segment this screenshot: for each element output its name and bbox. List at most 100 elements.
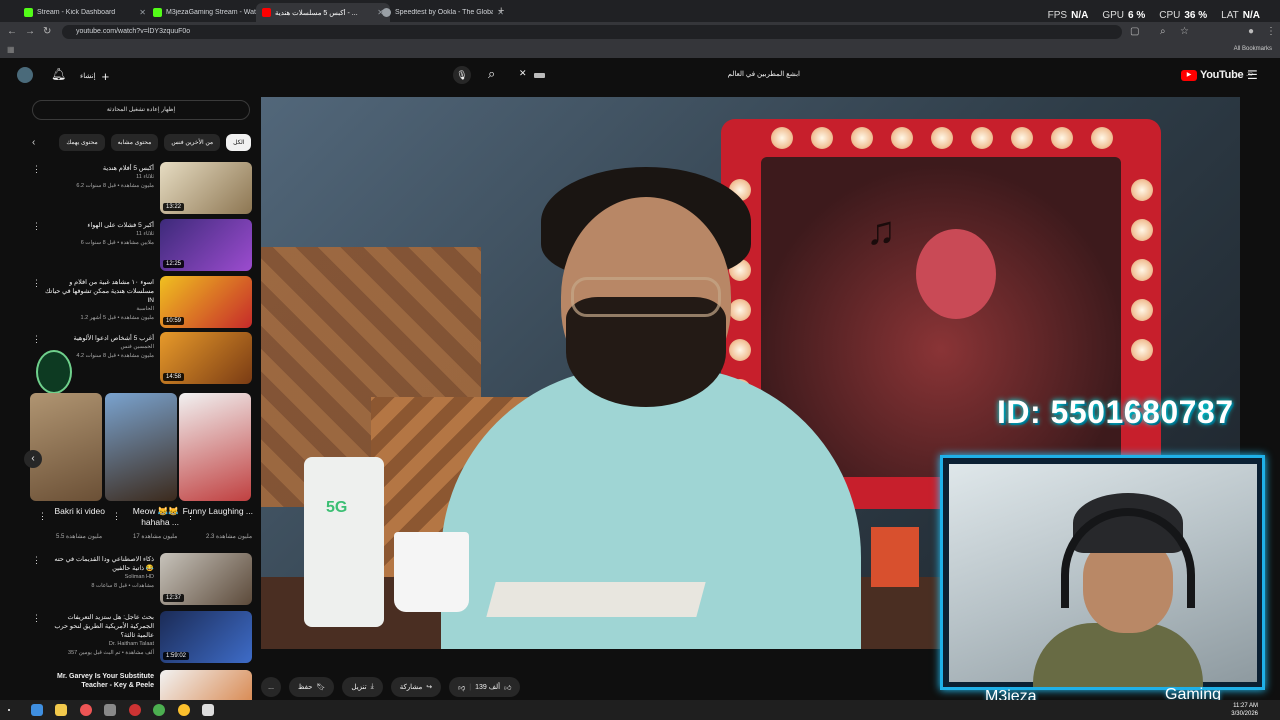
like-count[interactable]: 139 ألف	[475, 683, 500, 691]
taskbar-left-icon	[8, 709, 10, 711]
more-options-icon[interactable]: ⋮	[32, 555, 41, 566]
file-explorer-icon[interactable]	[55, 704, 67, 716]
clear-search-icon[interactable]: ✕	[519, 68, 527, 79]
video-title: أكبر 5 فشلات على الهواء	[87, 222, 154, 229]
plus-icon: +	[101, 68, 110, 84]
like-icon[interactable]: 👍︎	[504, 683, 511, 692]
chip-all[interactable]: الكل	[226, 134, 252, 151]
taskbar: 11:27 AM 3/30/2026	[0, 700, 1280, 720]
video-thumbnail[interactable]: 10:59	[160, 276, 252, 328]
bookmark-star-icon[interactable]: ☆	[1180, 26, 1189, 37]
video-meta: 357 ألف مشاهدة • تم البث قبل يومين	[68, 650, 154, 656]
system-clock[interactable]: 11:27 AM 3/30/2026	[1231, 702, 1258, 718]
video-thumbnail[interactable]: 13:22	[160, 162, 252, 214]
short-thumbnail[interactable]	[30, 393, 102, 501]
video-thumbnail[interactable]	[160, 670, 252, 700]
more-actions-button[interactable]: ...	[261, 677, 281, 697]
show-chat-replay-button[interactable]: إظهار إعادة تشغيل المحادثة	[32, 100, 250, 120]
new-tab-button[interactable]: +	[498, 5, 504, 17]
shield-icon[interactable]	[202, 704, 214, 716]
apps-icon[interactable]: ▦	[7, 45, 15, 54]
chip-from-channel[interactable]: من الأخرين فنس	[164, 134, 221, 151]
back-icon[interactable]: ←	[7, 26, 17, 37]
presenter	[441, 167, 861, 649]
avatar[interactable]	[17, 67, 33, 83]
bookmarks-bar: ▦ All Bookmarks	[0, 42, 1280, 58]
notifications-icon[interactable]: 🔔︎	[51, 67, 66, 81]
video-actions: ... حفظ 🔖︎ تنزيل ⤓ مشاركة ↪ 👎︎ | 139 ألف 👍︎	[261, 676, 521, 698]
recommended-video[interactable]: 13:22 أكبس 5 أفلام هندية ثلاثاء 11 6.2 ملي…	[30, 162, 255, 216]
all-bookmarks-link[interactable]: All Bookmarks	[1234, 46, 1272, 52]
profile-icon[interactable]: ●	[1248, 26, 1254, 37]
more-options-icon[interactable]: ⋮	[32, 221, 41, 232]
shorts-prev-icon[interactable]: ‹	[24, 450, 42, 468]
recommended-video[interactable]: 12:37 ذكاء الاصطناعي ودا القديمات في حته…	[30, 553, 255, 607]
browser-tab[interactable]: Speedtest by Ookla - The Global ✕	[376, 3, 510, 22]
zoom-icon[interactable]: ⌕	[1160, 26, 1166, 37]
url-field[interactable]: youtube.com/watch?v=lDY3zquuF0o	[62, 25, 1122, 39]
extension-icon[interactable]: ▢	[1130, 26, 1139, 37]
channel-badge-logo	[36, 350, 72, 394]
video-thumbnail[interactable]: 12:37	[160, 553, 252, 605]
app-icon[interactable]	[80, 704, 92, 716]
video-meta: 8 مشاهدات • قبل 8 ساعات	[91, 583, 154, 589]
more-options-icon[interactable]: ⋮	[112, 511, 121, 522]
short-thumbnail[interactable]	[179, 393, 251, 501]
create-button[interactable]: إنشاء +	[80, 68, 109, 84]
share-button[interactable]: مشاركة ↪	[390, 677, 442, 697]
more-options-icon[interactable]: ⋮	[32, 334, 41, 345]
close-icon[interactable]: ✕	[139, 8, 146, 17]
search-input[interactable]: ابشع المطربين في العالم	[600, 70, 800, 78]
like-dislike-group: 👎︎ | 139 ألف 👍︎	[449, 677, 521, 697]
short-thumbnail[interactable]	[105, 393, 177, 501]
hamburger-menu-icon[interactable]: ☰	[1247, 68, 1258, 82]
download-button[interactable]: تنزيل ⤓	[342, 677, 383, 697]
chrome-icon[interactable]	[178, 704, 190, 716]
keyboard-icon[interactable]	[534, 73, 545, 78]
duration-badge: 13:22	[163, 203, 185, 211]
youtube-logo[interactable]: ▶ YouTube JO	[1181, 69, 1253, 81]
forward-icon[interactable]: →	[25, 26, 35, 37]
kick-icon	[153, 8, 162, 17]
more-options-icon[interactable]: ⋮	[186, 511, 195, 522]
notebook	[486, 582, 706, 617]
voice-search-icon[interactable]: 🎙︎	[453, 66, 471, 84]
channel-name: ثلاثاء 11	[136, 174, 154, 180]
windows-start-icon[interactable]	[31, 704, 43, 716]
recommended-video[interactable]: 1:59:02 بحث عاجل: هل ستزيد التعريفات الج…	[30, 611, 255, 665]
tab-title: أكبس 5 مسلسلات هندية - ...	[275, 9, 358, 17]
app-icon[interactable]	[153, 704, 165, 716]
reload-icon[interactable]: ↻	[43, 26, 51, 37]
more-options-icon[interactable]: ⋮	[32, 164, 41, 175]
video-thumbnail[interactable]: 14:58	[160, 332, 252, 384]
video-thumbnail[interactable]: 12:25	[160, 219, 252, 271]
channel-name: Dr. Haitham Talaat	[108, 641, 154, 647]
browser-tab-active[interactable]: أكبس 5 مسلسلات هندية - ... ✕	[256, 3, 390, 22]
obs-icon[interactable]	[129, 704, 141, 716]
chip-for-you[interactable]: محتوى يهمك	[59, 134, 105, 151]
more-options-icon[interactable]: ⋮	[38, 511, 47, 522]
url-text: youtube.com/watch?v=lDY3zquuF0o	[76, 28, 191, 35]
tab-title: Stream - Kick Dashboard	[37, 9, 116, 16]
chip-related[interactable]: محتوى مشابه	[110, 134, 159, 151]
youtube-icon	[262, 8, 271, 17]
chevron-left-icon[interactable]: ‹	[32, 137, 35, 148]
streamer-id-overlay: ID: 5501680787	[997, 394, 1234, 430]
clock-date: 3/30/2026	[1231, 711, 1258, 717]
more-options-icon[interactable]: ⋮	[32, 613, 41, 624]
browser-tab[interactable]: Stream - Kick Dashboard ✕	[18, 3, 152, 22]
dislike-icon[interactable]: 👎︎	[458, 683, 465, 692]
recommended-video[interactable]: 12:25 أكبر 5 فشلات على الهواء ثلاثاء 11 6 …	[30, 219, 255, 273]
video-thumbnail[interactable]: 1:59:02	[160, 611, 252, 663]
duration-badge: 12:37	[163, 594, 185, 602]
keyboard-layout-icon[interactable]	[104, 704, 116, 716]
clock-time: 11:27 AM	[1233, 703, 1258, 709]
menu-icon[interactable]: ⋮	[1266, 26, 1276, 37]
save-button[interactable]: حفظ 🔖︎	[289, 677, 335, 697]
search-icon[interactable]: ⌕	[488, 66, 495, 82]
channel-name: الحاسبة	[136, 306, 154, 312]
more-options-icon[interactable]: ⋮	[32, 278, 41, 289]
recommended-video[interactable]: Mr. Garvey Is Your Substitute Teacher - …	[30, 670, 255, 700]
speedtest-icon	[382, 8, 391, 17]
recommended-video[interactable]: 10:59 اسوء ١٠ مشاهد غبية من افلام و مسلس…	[30, 276, 255, 330]
